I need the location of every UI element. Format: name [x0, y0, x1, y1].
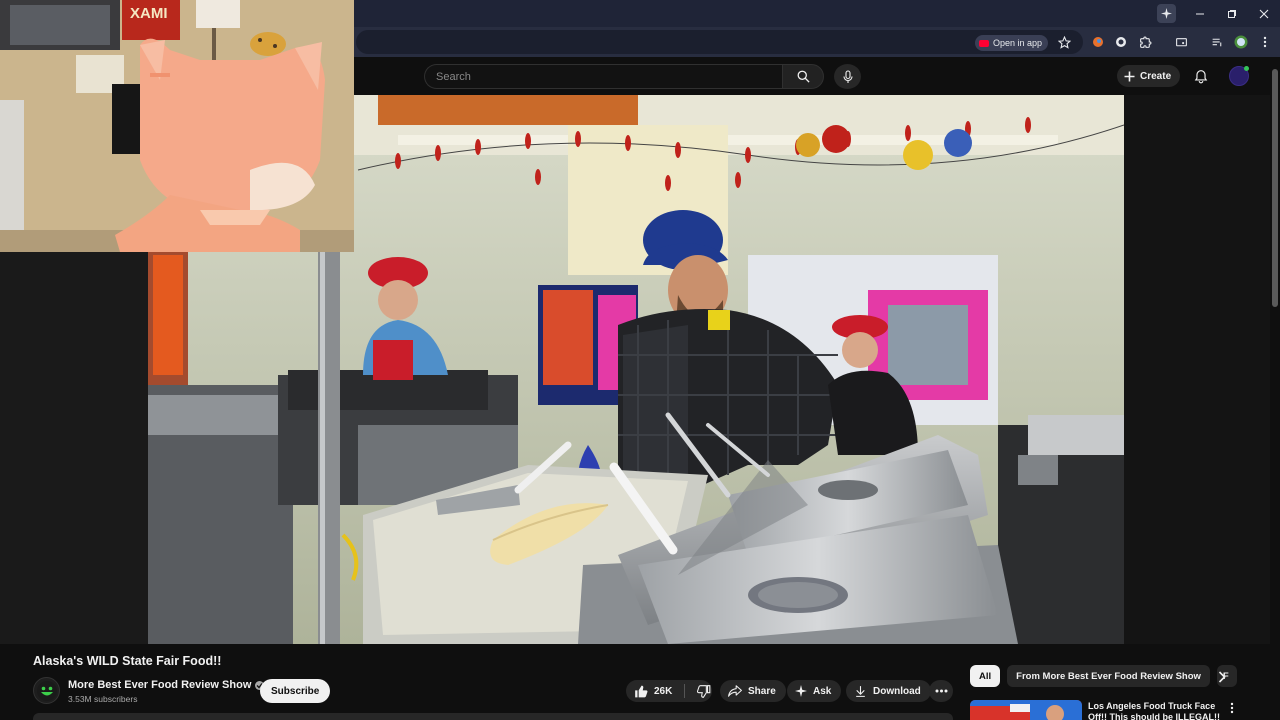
youtube-logo-icon — [979, 39, 989, 47]
playlist-icon — [1212, 38, 1221, 46]
webcam-overlay: XAMI — [0, 0, 354, 252]
recommendation-thumbnail[interactable] — [970, 700, 1082, 720]
recommendation-title[interactable]: Los Angeles Food Truck Face Off!! This s… — [1088, 701, 1223, 720]
close-icon — [1259, 9, 1269, 18]
giraffe-toy — [250, 32, 286, 56]
minimize-button[interactable] — [1184, 0, 1216, 27]
chevron-right-icon — [1218, 671, 1226, 683]
download-icon — [856, 685, 865, 697]
chip-from-channel[interactable]: From More Best Ever Food Review Show — [1007, 665, 1210, 687]
gemini-icon — [1161, 8, 1172, 19]
voice-search-button[interactable] — [834, 64, 861, 89]
dislike-button[interactable] — [697, 684, 711, 698]
chip-all[interactable]: All — [970, 665, 1001, 687]
extensions-button[interactable] — [1136, 33, 1154, 51]
dislike-icon — [697, 684, 711, 698]
more-actions-button[interactable] — [929, 680, 953, 702]
search-input[interactable] — [436, 70, 782, 83]
bell-icon — [1194, 69, 1208, 83]
recommendation-menu-button[interactable] — [1226, 700, 1238, 716]
search-button[interactable] — [782, 64, 824, 89]
webcam-feed: XAMI — [0, 0, 354, 252]
search-icon — [797, 70, 810, 83]
more-icon — [935, 689, 947, 693]
channel-avatar[interactable] — [33, 677, 60, 704]
cast-icon — [1175, 37, 1187, 46]
ask-button[interactable]: Ask — [787, 680, 842, 702]
webcam-sign-text: XAMI — [130, 5, 168, 22]
profile-button[interactable] — [1232, 33, 1250, 51]
kebab-menu-icon — [1263, 36, 1267, 48]
channel-name[interactable]: More Best Ever Food Review Show — [68, 679, 265, 691]
search-box[interactable] — [424, 64, 782, 89]
share-icon — [728, 685, 742, 697]
extensions-icon — [1139, 36, 1151, 48]
bookmark-star-button[interactable] — [1055, 33, 1073, 51]
profile-avatar-icon — [1234, 35, 1248, 49]
like-dislike-group: 26K — [626, 680, 712, 702]
media-controls-button[interactable] — [1208, 33, 1226, 51]
recommendation-chips: All From More Best Ever Food Review Show… — [970, 665, 1237, 687]
plus-icon — [1124, 71, 1135, 81]
right-ambient-area — [1124, 95, 1270, 644]
cast-button[interactable] — [1172, 33, 1190, 51]
restore-icon — [1228, 9, 1236, 18]
chips-next-button[interactable] — [1212, 667, 1232, 687]
like-icon — [635, 685, 648, 697]
account-avatar-button[interactable] — [1229, 66, 1249, 86]
create-button[interactable]: Create — [1117, 65, 1181, 87]
create-label: Create — [1140, 70, 1172, 82]
star-icon — [1057, 35, 1071, 49]
subscriber-count: 3.53M subscribers — [68, 694, 138, 704]
download-button[interactable]: Download — [846, 680, 931, 702]
video-title: Alaska's WILD State Fair Food!! — [33, 654, 222, 668]
like-button[interactable]: 26K — [634, 685, 672, 698]
left-ambient-area — [0, 252, 148, 644]
share-button[interactable]: Share — [720, 680, 786, 702]
share-label: Share — [748, 685, 776, 697]
download-label: Download — [873, 685, 921, 697]
thumbnail-image — [970, 700, 1082, 720]
extension-button-2[interactable] — [1112, 33, 1130, 51]
channel-name-label: More Best Ever Food Review Show — [68, 679, 252, 691]
open-in-app-button[interactable]: Open in app — [975, 35, 1049, 51]
like-count: 26K — [654, 685, 673, 697]
smiley-logo-icon — [36, 680, 57, 701]
scrollbar-thumb[interactable] — [1272, 69, 1278, 307]
open-in-app-label: Open in app — [993, 38, 1043, 48]
address-bar[interactable] — [356, 30, 1083, 54]
page-scrollbar[interactable] — [1270, 57, 1280, 720]
notifications-button[interactable] — [1190, 65, 1212, 87]
restore-button[interactable] — [1216, 0, 1248, 27]
description-box[interactable] — [33, 713, 953, 720]
chrome-menu-button[interactable] — [1256, 33, 1274, 51]
extension-toggle-icon — [1116, 37, 1126, 47]
ask-label: Ask — [813, 685, 832, 697]
extension-button-1[interactable] — [1089, 33, 1107, 51]
minimize-icon — [1196, 13, 1204, 14]
mic-icon — [842, 69, 853, 83]
gemini-button[interactable] — [1157, 4, 1176, 23]
subscribe-button[interactable]: Subscribe — [260, 679, 331, 703]
like-separator — [684, 684, 686, 698]
extension-orange-icon — [1093, 37, 1103, 47]
sparkle-icon — [795, 685, 807, 697]
kebab-menu-icon — [1230, 702, 1234, 714]
close-window-button[interactable] — [1248, 0, 1280, 27]
